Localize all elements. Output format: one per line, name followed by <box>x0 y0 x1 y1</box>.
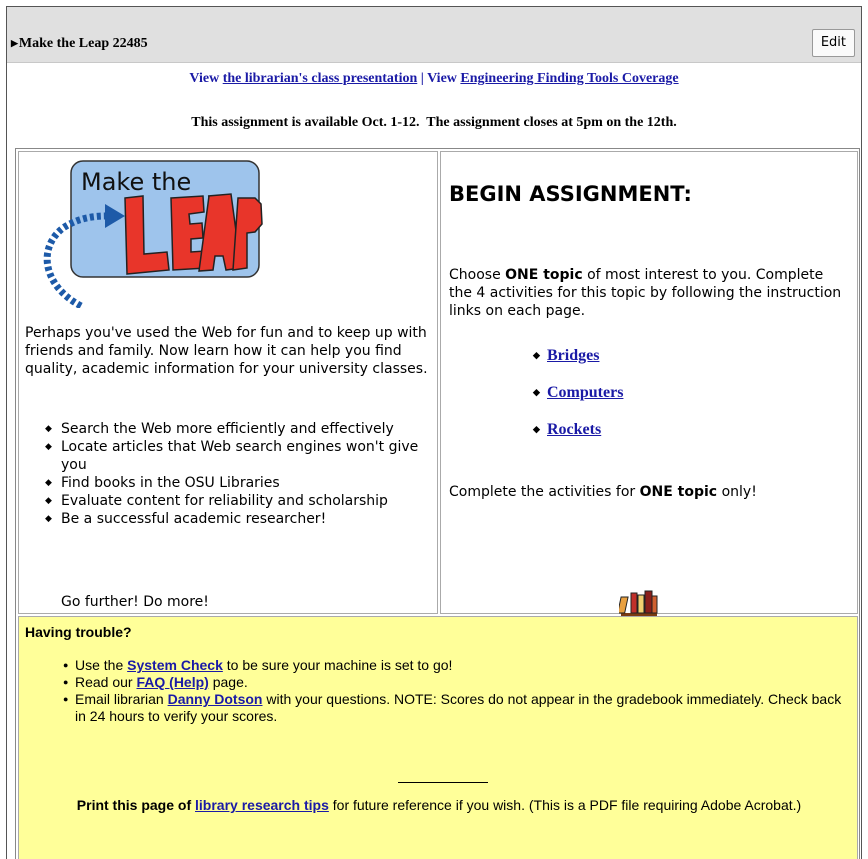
logo-line1: Make the <box>81 168 191 196</box>
assignment-cell: BEGIN ASSIGNMENT: Choose ONE topic of mo… <box>440 151 858 617</box>
complete-one-topic-note: Complete the activities for ONE topic on… <box>449 484 757 500</box>
intro-text: Perhaps you've used the Web for fun and … <box>25 325 428 377</box>
topic-item: Bridges <box>533 347 623 384</box>
research-tips-link[interactable]: library research tips <box>195 797 329 813</box>
choose-prefix: Choose <box>449 267 506 283</box>
print-suffix: for future reference if you wish. (This … <box>328 797 802 813</box>
choose-bold: ONE topic <box>505 267 583 283</box>
topic-item: Rockets <box>533 421 623 458</box>
topic-item: Computers <box>533 384 623 421</box>
books-icon <box>619 590 658 617</box>
triangle-expand-icon[interactable]: ▶ <box>11 38 18 48</box>
librarian-email-link[interactable]: Danny Dotson <box>168 691 263 707</box>
system-check-link[interactable]: System Check <box>127 657 223 673</box>
list-item: Evaluate content for reliability and sch… <box>45 492 425 510</box>
faq-link[interactable]: FAQ (Help) <box>136 674 208 690</box>
help-text: Read our <box>75 674 137 690</box>
list-item: Search the Web more efficiently and effe… <box>45 420 425 438</box>
begin-assignment-heading: BEGIN ASSIGNMENT: <box>449 182 692 206</box>
help-text: page. <box>208 674 248 690</box>
list-item: Find books in the OSU Libraries <box>45 474 425 492</box>
make-the-leap-logo: Make the <box>43 160 263 308</box>
list-item: Read our FAQ (Help) page. <box>63 674 843 691</box>
view-prefix: View <box>189 71 223 86</box>
go-further-text: Go further! Do more! <box>61 594 209 610</box>
help-text: Use the <box>75 657 128 673</box>
benefits-list: Search the Web more efficiently and effe… <box>45 420 425 528</box>
content-table: Make the Perhaps you've used the Web for… <box>15 148 860 859</box>
complete-suffix: only! <box>717 484 757 500</box>
topic-list: Bridges Computers Rockets <box>533 347 623 458</box>
list-item: Email librarian Danny Dotson with your q… <box>63 691 843 725</box>
assignment-panel: ▶Make the Leap 22485 Edit View the libra… <box>6 6 862 859</box>
having-trouble-heading: Having trouble? <box>25 624 132 640</box>
help-text: to be sure your machine is set to go! <box>222 657 453 673</box>
panel-header: ▶Make the Leap 22485 Edit <box>7 7 861 63</box>
list-item: Be a successful academic researcher! <box>45 510 425 528</box>
complete-bold: ONE topic <box>639 484 718 500</box>
choose-instructions: Choose ONE topic of most interest to you… <box>449 266 849 320</box>
divider <box>398 782 488 783</box>
topic-link-computers[interactable]: Computers <box>547 384 623 401</box>
complete-prefix: Complete the activities for <box>449 484 640 500</box>
help-text: Email librarian <box>75 691 168 707</box>
availability-notice: This assignment is available Oct. 1-12. … <box>191 115 677 130</box>
help-list: Use the System Check to be sure your mac… <box>63 657 843 725</box>
links-separator: | View <box>417 71 461 86</box>
intro-cell: Make the Perhaps you've used the Web for… <box>18 151 438 614</box>
panel-title-text[interactable]: Make the Leap 22485 <box>19 36 148 51</box>
panel-title[interactable]: ▶Make the Leap 22485 <box>11 36 148 52</box>
list-item: Use the System Check to be sure your mac… <box>63 657 843 674</box>
coverage-link[interactable]: Engineering Finding Tools Coverage <box>460 71 678 86</box>
presentation-link[interactable]: the librarian's class presentation <box>223 71 418 86</box>
edit-button[interactable]: Edit <box>811 29 855 57</box>
list-item: Locate articles that Web search engines … <box>45 438 425 474</box>
print-prefix: Print this page of <box>76 797 196 813</box>
resource-links: View the librarian's class presentation … <box>7 71 861 87</box>
topic-link-bridges[interactable]: Bridges <box>547 347 599 364</box>
help-cell: Having trouble? Use the System Check to … <box>18 616 858 859</box>
print-tips-note: Print this page of library research tips… <box>39 797 839 814</box>
topic-link-rockets[interactable]: Rockets <box>547 421 601 438</box>
